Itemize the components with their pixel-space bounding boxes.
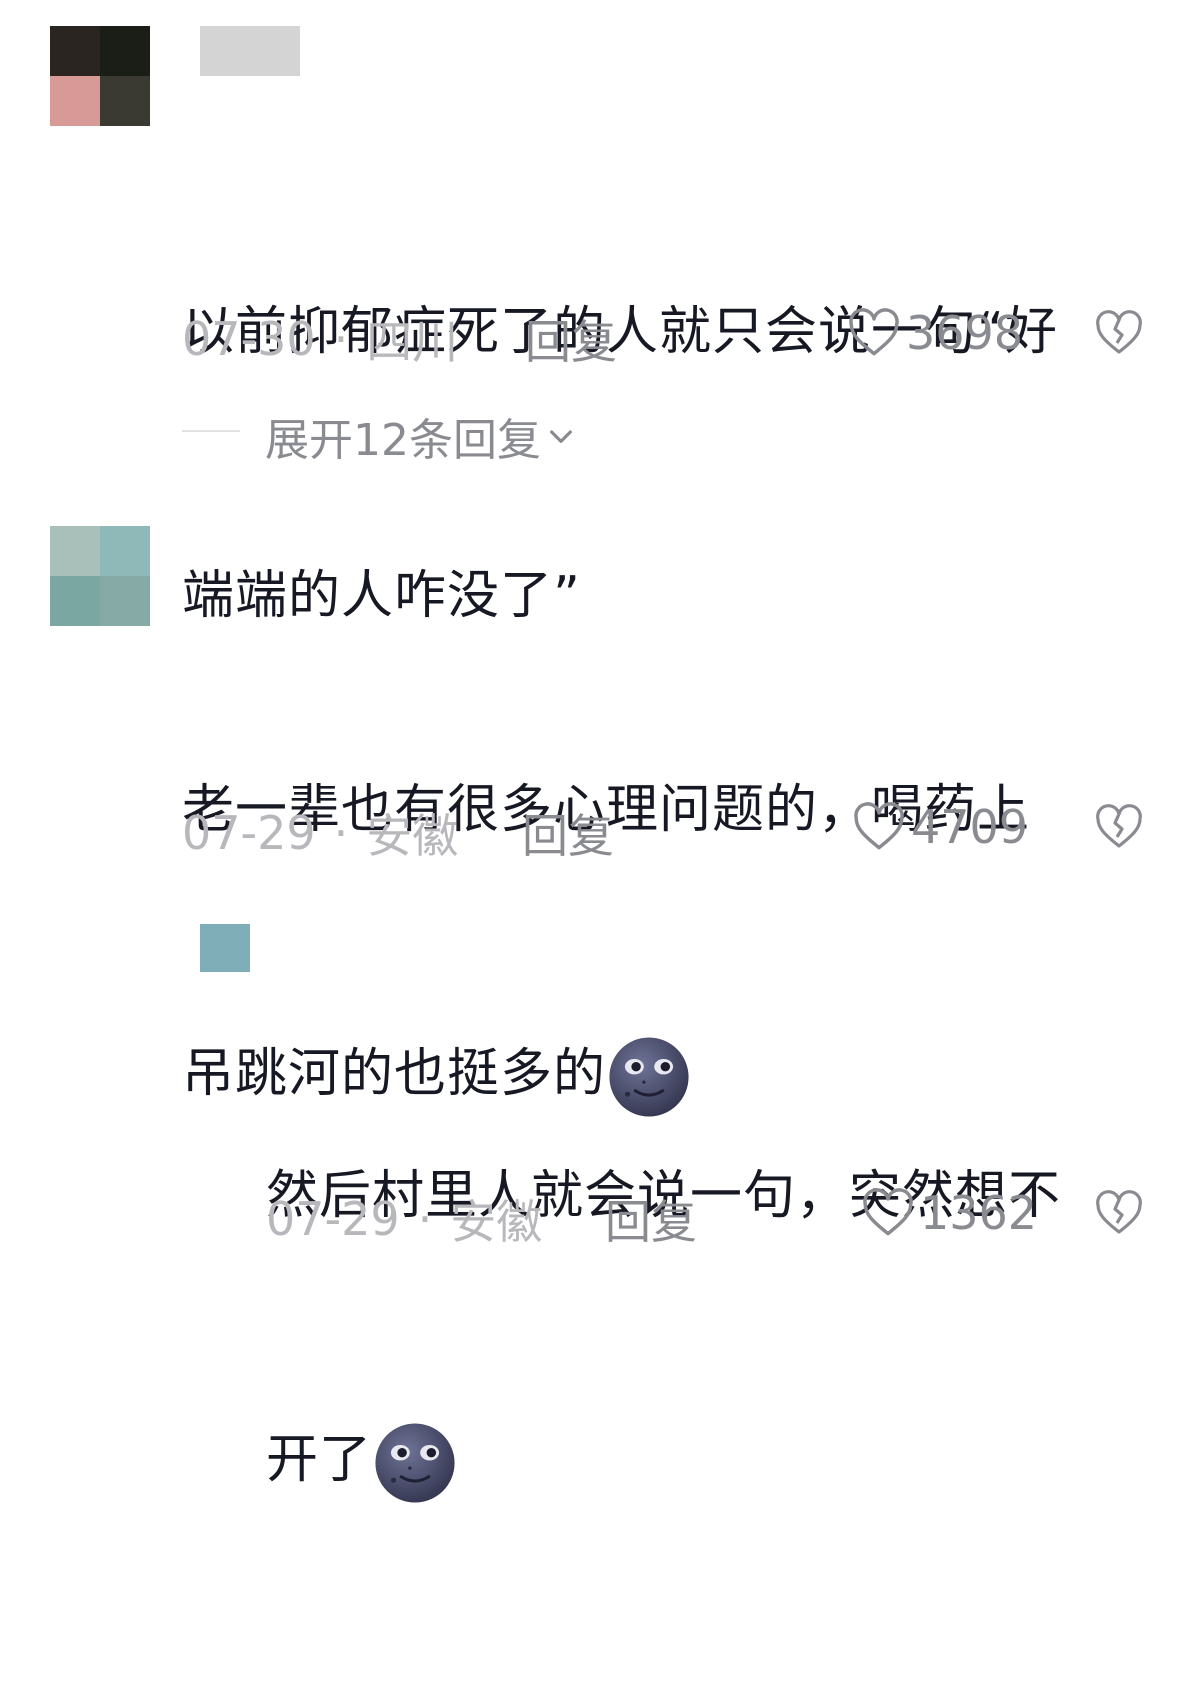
avatar[interactable] xyxy=(200,924,250,972)
like-count: 4709 xyxy=(911,800,1029,854)
expand-divider xyxy=(182,430,240,432)
comment-location: 四川 xyxy=(366,315,459,369)
reply-button[interactable]: 回复 xyxy=(605,1186,697,1252)
comment-line: 开了 xyxy=(266,1416,1061,1506)
separator: · xyxy=(333,312,349,366)
avatar[interactable] xyxy=(50,526,150,626)
comment-date: 07-30 xyxy=(182,312,316,366)
comment-meta: 07-29 · 安徽 xyxy=(266,1186,542,1252)
comment-text: 然后村里人就会说一句，突然想不 开了 xyxy=(266,976,1061,1682)
separator: · xyxy=(333,806,349,860)
comment-location: 安徽 xyxy=(450,1195,543,1249)
new-moon-face-emoji xyxy=(375,1423,455,1503)
separator: · xyxy=(417,1192,433,1246)
heart-outline-icon xyxy=(849,308,899,356)
username-blurred[interactable] xyxy=(200,26,300,76)
like-count: 3698 xyxy=(906,306,1024,360)
heart-outline-icon xyxy=(854,802,904,850)
comment-meta: 07-29 · 安徽 xyxy=(182,800,458,866)
comment-meta: 07-30 · 四川 xyxy=(182,306,458,372)
chevron-down-icon xyxy=(550,430,572,443)
comment-date: 07-29 xyxy=(182,806,316,860)
expand-replies-label: 展开12条回复 xyxy=(265,415,541,466)
comment-line-text: 开了 xyxy=(266,1430,373,1490)
comment-location: 安徽 xyxy=(366,809,459,863)
comment-date: 07-29 xyxy=(266,1192,400,1246)
broken-heart-icon[interactable] xyxy=(1095,310,1143,356)
like-button[interactable]: 3698 xyxy=(848,306,1023,360)
reply-button[interactable]: 回复 xyxy=(525,306,617,372)
reply-button[interactable]: 回复 xyxy=(522,800,614,866)
broken-heart-icon[interactable] xyxy=(1095,1190,1143,1236)
heart-outline-icon xyxy=(863,1188,913,1236)
like-button[interactable]: 1362 xyxy=(862,1186,1037,1240)
like-button[interactable]: 4709 xyxy=(853,800,1028,854)
broken-heart-icon[interactable] xyxy=(1095,804,1143,850)
avatar[interactable] xyxy=(50,26,150,126)
expand-replies-button[interactable]: 展开12条回复 xyxy=(265,404,577,468)
like-count: 1362 xyxy=(920,1186,1038,1240)
